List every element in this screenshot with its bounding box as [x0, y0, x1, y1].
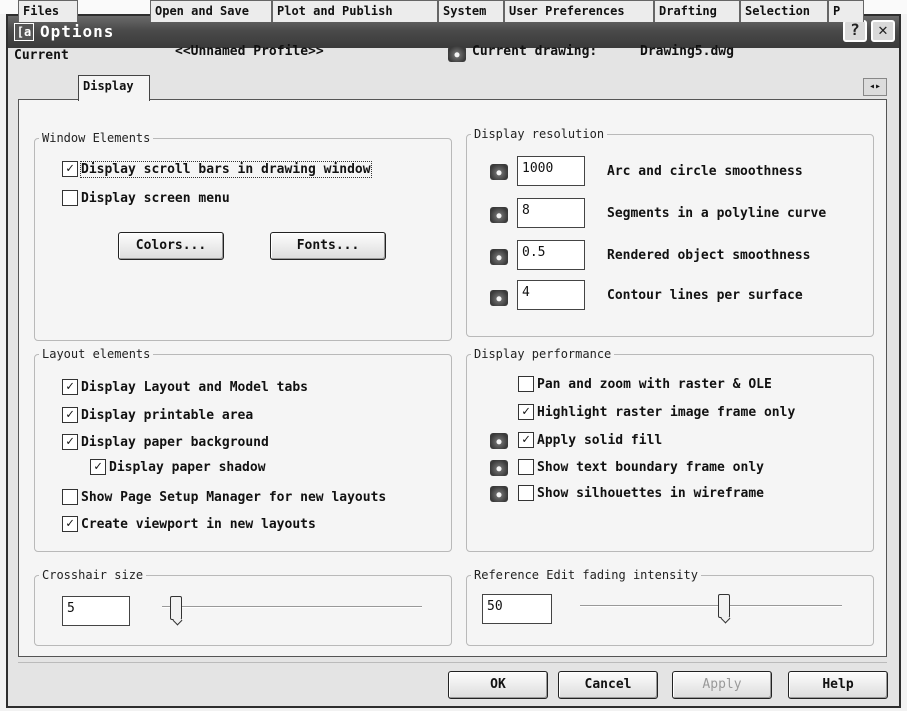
crosshair-size-legend: Crosshair size: [42, 568, 144, 582]
drawing-setting-icon: [490, 249, 508, 265]
checkbox-box[interactable]: ✓: [62, 161, 78, 177]
tab-display[interactable]: Display: [78, 75, 150, 101]
tab-drafting[interactable]: Drafting: [654, 0, 740, 22]
checkbox-box[interactable]: ✓: [62, 379, 78, 395]
page-setup-manager-checkbox[interactable]: Show Page Setup Manager for new layouts: [62, 489, 386, 505]
drawing-setting-icon: [490, 433, 508, 449]
reference-edit-slider-thumb[interactable]: [718, 594, 730, 618]
highlight-raster-checkbox[interactable]: ✓ Highlight raster image frame only: [518, 404, 795, 420]
tab-selection[interactable]: Selection: [740, 0, 828, 22]
tab-files[interactable]: Files: [18, 0, 78, 22]
current-profile-label: Current: [14, 48, 69, 63]
reference-edit-input[interactable]: 50: [482, 594, 552, 624]
display-performance-legend: Display performance: [474, 347, 612, 361]
display-resolution-legend: Display resolution: [474, 127, 605, 141]
tab-user-preferences[interactable]: User Preferences: [504, 0, 654, 22]
checkbox-box[interactable]: ✓: [62, 434, 78, 450]
text-boundary-checkbox[interactable]: Show text boundary frame only: [518, 459, 764, 475]
help-title-button[interactable]: ?: [843, 20, 867, 42]
checkbox-label: Display screen menu: [81, 190, 230, 206]
checkbox-box[interactable]: ✓: [518, 432, 534, 448]
arc-smoothness-input[interactable]: 1000: [517, 156, 585, 186]
drawing-icon: [448, 46, 466, 62]
checkbox-label: Show silhouettes in wireframe: [537, 485, 764, 501]
checkbox-box[interactable]: [62, 190, 78, 206]
window-elements-legend: Window Elements: [42, 131, 151, 145]
apply-solid-fill-checkbox[interactable]: ✓ Apply solid fill: [518, 432, 662, 448]
cancel-button[interactable]: Cancel: [558, 671, 658, 699]
scroll-bars-checkbox[interactable]: ✓ Display scroll bars in drawing window: [62, 160, 372, 178]
checkbox-label: Display printable area: [81, 407, 254, 423]
drawing-setting-icon: [490, 290, 508, 306]
tab-scroll-arrows[interactable]: ◂▸: [863, 78, 887, 96]
tab-plot-and-publish[interactable]: Plot and Publish: [272, 0, 438, 22]
checkbox-box[interactable]: ✓: [90, 459, 106, 475]
ok-button[interactable]: OK: [448, 671, 548, 699]
tab-partial[interactable]: P: [828, 0, 864, 22]
drawing-setting-icon: [490, 164, 508, 180]
checkbox-box[interactable]: [62, 489, 78, 505]
current-drawing-label: Current drawing:: [472, 44, 598, 59]
crosshair-slider-track[interactable]: [162, 606, 422, 608]
paper-background-checkbox[interactable]: ✓ Display paper background: [62, 434, 269, 450]
reference-edit-legend: Reference Edit fading intensity: [474, 568, 698, 582]
checkbox-label: Highlight raster image frame only: [537, 404, 796, 420]
checkbox-label: Show text boundary frame only: [537, 459, 764, 475]
checkbox-box[interactable]: ✓: [518, 404, 534, 420]
checkbox-label: Apply solid fill: [537, 432, 663, 448]
rendered-smoothness-input[interactable]: 0.5: [517, 240, 585, 270]
checkbox-label: Pan and zoom with raster & OLE: [537, 376, 772, 392]
create-viewport-checkbox[interactable]: ✓ Create viewport in new layouts: [62, 516, 316, 532]
drawing-setting-icon: [490, 460, 508, 476]
checkbox-box[interactable]: [518, 485, 534, 501]
fonts-button[interactable]: Fonts...: [270, 232, 386, 260]
checkbox-label: Create viewport in new layouts: [81, 516, 316, 532]
checkbox-box[interactable]: [518, 459, 534, 475]
checkbox-label: Display Layout and Model tabs: [81, 379, 308, 395]
current-profile-name: <<Unnamed Profile>>: [175, 44, 324, 59]
help-button[interactable]: Help: [788, 671, 888, 699]
layout-elements-legend: Layout elements: [42, 347, 151, 361]
printable-area-checkbox[interactable]: ✓ Display printable area: [62, 407, 253, 423]
window-title: Options: [40, 22, 115, 41]
checkbox-box[interactable]: ✓: [62, 516, 78, 532]
drawing-setting-icon: [490, 486, 508, 502]
tab-system[interactable]: System: [438, 0, 504, 22]
checkbox-label: Show Page Setup Manager for new layouts: [81, 489, 387, 505]
reference-edit-slider-track[interactable]: [580, 605, 842, 607]
checkbox-label: Display paper background: [81, 434, 269, 450]
apply-button[interactable]: Apply: [672, 671, 772, 699]
checkbox-box[interactable]: ✓: [62, 407, 78, 423]
footer-divider: [18, 662, 887, 663]
pan-zoom-raster-checkbox[interactable]: Pan and zoom with raster & OLE: [518, 376, 772, 392]
app-icon: [a: [14, 23, 34, 41]
crosshair-slider-thumb[interactable]: [170, 596, 182, 620]
checkbox-label: Display scroll bars in drawing window: [80, 160, 372, 178]
paper-shadow-checkbox[interactable]: ✓ Display paper shadow: [90, 459, 266, 475]
layout-model-tabs-checkbox[interactable]: ✓ Display Layout and Model tabs: [62, 379, 308, 395]
polyline-segments-input[interactable]: 8: [517, 198, 585, 228]
current-drawing-name: Drawing5.dwg: [640, 44, 734, 59]
polyline-segments-label: Segments in a polyline curve: [607, 206, 827, 221]
silhouettes-wireframe-checkbox[interactable]: Show silhouettes in wireframe: [518, 485, 764, 501]
colors-button[interactable]: Colors...: [118, 232, 224, 260]
rendered-smoothness-label: Rendered object smoothness: [607, 248, 811, 263]
close-icon[interactable]: ✕: [871, 20, 895, 42]
checkbox-label: Display paper shadow: [109, 459, 266, 475]
tab-open-and-save[interactable]: Open and Save: [150, 0, 272, 22]
contour-lines-label: Contour lines per surface: [607, 288, 803, 303]
arc-smoothness-label: Arc and circle smoothness: [607, 164, 803, 179]
drawing-setting-icon: [490, 207, 508, 223]
screen-menu-checkbox[interactable]: Display screen menu: [62, 190, 230, 206]
crosshair-size-input[interactable]: 5: [62, 596, 130, 626]
checkbox-box[interactable]: [518, 376, 534, 392]
contour-lines-input[interactable]: 4: [517, 280, 585, 310]
